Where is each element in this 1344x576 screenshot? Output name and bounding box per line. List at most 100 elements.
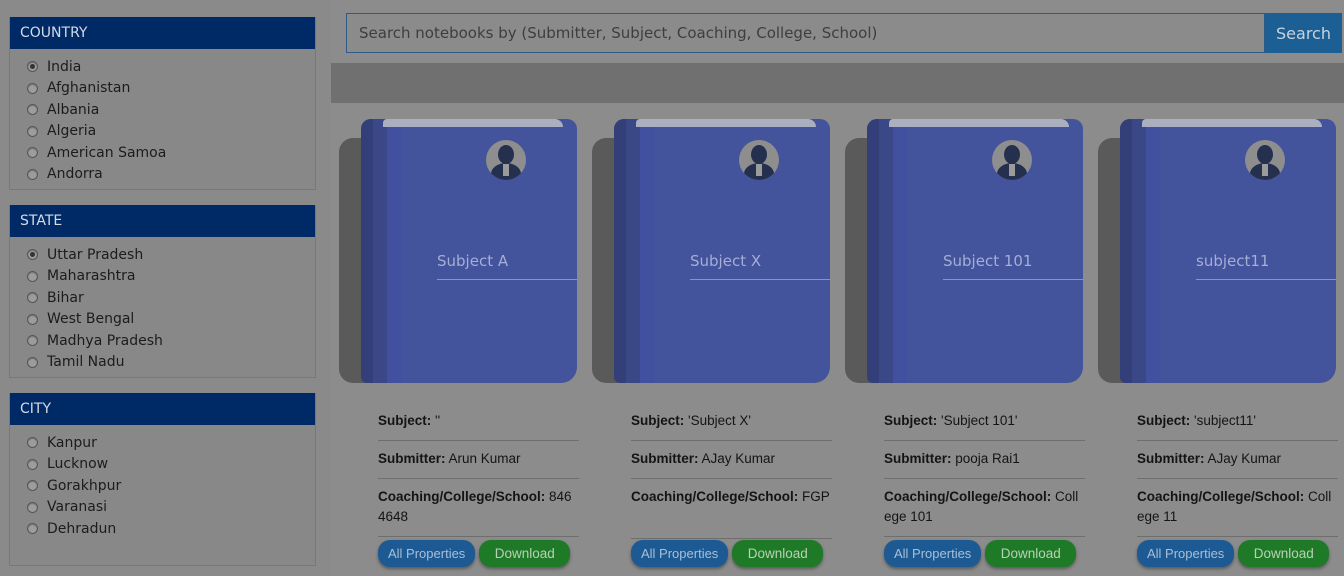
download-button[interactable]: Download	[479, 540, 571, 567]
country-filter: COUNTRY India Afghanistan Albania Algeri…	[9, 17, 316, 190]
cover-divider	[1196, 279, 1336, 280]
notebook-details: Subject: '' Submitter: Arun Kumar Coachi…	[378, 403, 579, 537]
radio-button[interactable]	[27, 147, 38, 159]
notebook-details: Subject: 'Subject X' Submitter: AJay Kum…	[631, 403, 832, 539]
city-option[interactable]: Kanpur	[27, 432, 315, 454]
school-label: Coaching/College/School:	[378, 489, 546, 504]
notebook-cover[interactable]: Subject A	[361, 119, 577, 383]
subject-label: Subject:	[631, 413, 685, 428]
download-button[interactable]: Download	[732, 540, 824, 567]
radio-button[interactable]	[27, 292, 38, 304]
state-option[interactable]: Bihar	[27, 287, 315, 309]
radio-button[interactable]	[27, 356, 38, 368]
notebook-details: Subject: 'Subject 101' Submitter: pooja …	[884, 403, 1085, 537]
radio-button[interactable]	[27, 125, 38, 137]
radio-button[interactable]	[27, 501, 38, 513]
notebook-cover[interactable]: Subject 101	[867, 119, 1083, 383]
school-row: Coaching/College/School: 8464648	[378, 479, 579, 537]
country-option[interactable]: Algeria	[27, 121, 315, 143]
state-option[interactable]: Madhya Pradesh	[27, 330, 315, 352]
card-actions: All Properties Download	[631, 540, 824, 567]
cover-title: Subject A	[437, 252, 509, 270]
cover-divider	[690, 279, 830, 280]
subject-value: ''	[435, 413, 441, 428]
state-option[interactable]: Maharashtra	[27, 266, 315, 288]
school-label: Coaching/College/School:	[1137, 489, 1305, 504]
radio-button-checked[interactable]	[27, 61, 38, 73]
book-pages	[889, 119, 1069, 127]
radio-button[interactable]	[27, 82, 38, 94]
city-option[interactable]: Gorakhpur	[27, 475, 315, 497]
radio-button[interactable]	[27, 335, 38, 347]
state-option-label: Tamil Nadu	[47, 354, 125, 371]
subject-label: Subject:	[884, 413, 938, 428]
book-spine	[640, 119, 654, 383]
radio-button[interactable]	[27, 104, 38, 116]
radio-button[interactable]	[27, 313, 38, 325]
all-properties-button[interactable]: All Properties	[884, 540, 982, 567]
city-option[interactable]: Varanasi	[27, 497, 315, 519]
submitter-label: Submitter:	[631, 451, 699, 466]
country-option[interactable]: Albania	[27, 99, 315, 121]
notebook-card: subject11 Subject: 'subject11' Submitter…	[1090, 103, 1343, 576]
state-option-label: Maharashtra	[47, 268, 136, 285]
cover-divider	[437, 279, 577, 280]
search-input[interactable]	[346, 13, 1265, 53]
country-options: India Afghanistan Albania Algeria Americ…	[10, 49, 315, 185]
city-option[interactable]: Dehradun	[27, 518, 315, 540]
country-option-label: Afghanistan	[47, 80, 131, 97]
all-properties-button[interactable]: All Properties	[378, 540, 476, 567]
radio-button[interactable]	[27, 168, 38, 180]
radio-button[interactable]	[27, 437, 38, 449]
country-option[interactable]: Andorra	[27, 164, 315, 186]
notebook-card: Subject A Subject: '' Submitter: Arun Ku…	[331, 103, 584, 576]
all-properties-button[interactable]: All Properties	[1137, 540, 1235, 567]
city-filter-title: CITY	[10, 393, 315, 425]
submitter-row: Submitter: pooja Rai1	[884, 441, 1085, 479]
book-spine	[1132, 119, 1146, 383]
country-option-label: Albania	[47, 101, 100, 118]
radio-button[interactable]	[27, 270, 38, 282]
notebook-cover[interactable]: subject11	[1120, 119, 1336, 383]
download-button[interactable]: Download	[985, 540, 1077, 567]
submitter-value: AJay Kumar	[701, 451, 776, 466]
notebook-cover[interactable]: Subject X	[614, 119, 830, 383]
radio-button[interactable]	[27, 458, 38, 470]
country-filter-title: COUNTRY	[10, 17, 315, 49]
user-avatar-icon	[992, 140, 1032, 180]
submitter-label: Submitter:	[884, 451, 952, 466]
book-spine	[626, 119, 640, 383]
subject-value: 'Subject X'	[688, 413, 751, 428]
subject-value: 'Subject 101'	[941, 413, 1018, 428]
country-option[interactable]: Afghanistan	[27, 78, 315, 100]
radio-button[interactable]	[27, 523, 38, 535]
book-spine	[361, 119, 373, 383]
search-button[interactable]: Search	[1265, 13, 1342, 53]
book-pages	[1142, 119, 1322, 127]
radio-button[interactable]	[27, 480, 38, 492]
state-option[interactable]: Tamil Nadu	[27, 352, 315, 374]
submitter-value: AJay Kumar	[1207, 451, 1282, 466]
search-bar: Search	[346, 13, 1342, 53]
download-button[interactable]: Download	[1238, 540, 1330, 567]
submitter-value: Arun Kumar	[448, 451, 521, 466]
state-option[interactable]: Uttar Pradesh	[27, 244, 315, 266]
submitter-value: pooja Rai1	[955, 451, 1020, 466]
school-label: Coaching/College/School:	[884, 489, 1052, 504]
radio-button-checked[interactable]	[27, 249, 38, 261]
cover-title: Subject X	[690, 252, 762, 270]
book-spine	[879, 119, 893, 383]
notebook-card: Subject X Subject: 'Subject X' Submitter…	[584, 103, 837, 576]
city-option[interactable]: Lucknow	[27, 454, 315, 476]
city-options: Kanpur Lucknow Gorakhpur Varanasi Dehrad…	[10, 425, 315, 540]
country-option[interactable]: American Samoa	[27, 142, 315, 164]
all-properties-button[interactable]: All Properties	[631, 540, 729, 567]
card-actions: All Properties Download	[378, 540, 571, 567]
submitter-row: Submitter: Arun Kumar	[378, 441, 579, 479]
country-option-label: American Samoa	[47, 144, 167, 161]
country-option[interactable]: India	[27, 56, 315, 78]
book-spine	[867, 119, 879, 383]
subject-row: Subject: ''	[378, 403, 579, 441]
state-option-label: West Bengal	[47, 311, 135, 328]
state-option[interactable]: West Bengal	[27, 309, 315, 331]
